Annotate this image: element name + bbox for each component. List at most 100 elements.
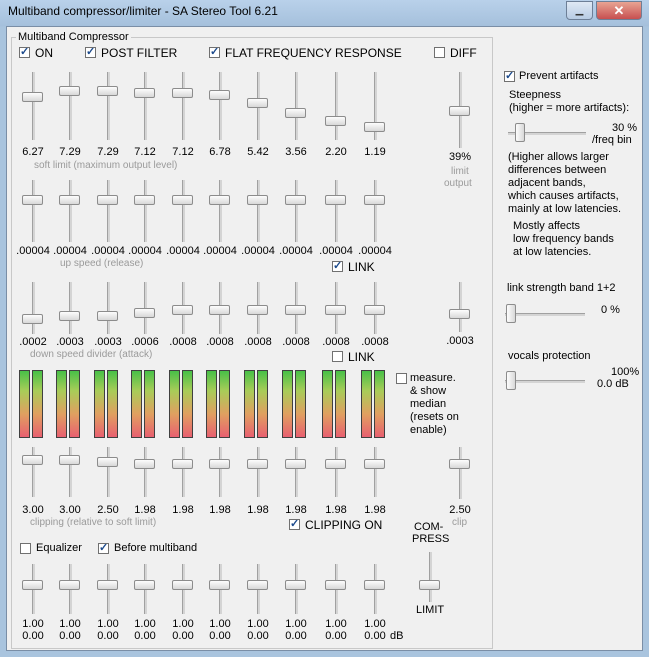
- down-speed-slider-2[interactable]: [57, 282, 83, 334]
- eq-slider-9-thumb[interactable]: [325, 580, 346, 590]
- soft-limit-slider-4-thumb[interactable]: [134, 88, 155, 98]
- clipping-slider-6[interactable]: [207, 447, 233, 497]
- steepness-slider[interactable]: [508, 122, 586, 144]
- compress-limit-slider-thumb[interactable]: [419, 580, 440, 590]
- down-speed-slider-1[interactable]: [20, 282, 46, 334]
- eq-slider-1-thumb[interactable]: [22, 580, 43, 590]
- up-speed-slider-3-thumb[interactable]: [97, 195, 118, 205]
- minimize-button[interactable]: ▁: [566, 1, 593, 20]
- down-speed-slider-3-thumb[interactable]: [97, 311, 118, 321]
- eq-slider-10[interactable]: [362, 564, 388, 614]
- up-speed-slider-3[interactable]: [95, 180, 121, 242]
- clipping-slider-7-thumb[interactable]: [247, 459, 268, 469]
- eq-slider-4-thumb[interactable]: [134, 580, 155, 590]
- soft-limit-slider-3[interactable]: [95, 72, 121, 140]
- soft-limit-slider-9-thumb[interactable]: [325, 116, 346, 126]
- down-speed-slider-9-thumb[interactable]: [325, 305, 346, 315]
- up-speed-slider-7[interactable]: [245, 180, 271, 242]
- up-speed-slider-6-thumb[interactable]: [209, 195, 230, 205]
- up-speed-slider-1[interactable]: [20, 180, 46, 242]
- link-strength-thumb[interactable]: [506, 304, 516, 323]
- down-speed-slider-1-thumb[interactable]: [22, 314, 43, 324]
- flat-response-checkbox[interactable]: [209, 45, 220, 58]
- down-speed-slider-10[interactable]: [362, 282, 388, 334]
- clipping-on-checkbox[interactable]: [289, 517, 300, 530]
- down-speed-slider-8-thumb[interactable]: [285, 305, 306, 315]
- link-strength-slider[interactable]: [505, 303, 585, 325]
- clipping-slider-9[interactable]: [323, 447, 349, 497]
- clipping-slider-5-thumb[interactable]: [172, 459, 193, 469]
- down-link-checkbox[interactable]: [332, 351, 343, 362]
- up-speed-slider-8-thumb[interactable]: [285, 195, 306, 205]
- soft-limit-slider-8-thumb[interactable]: [285, 108, 306, 118]
- up-speed-slider-5[interactable]: [170, 180, 196, 242]
- soft-limit-slider-5-thumb[interactable]: [172, 88, 193, 98]
- measure-checkbox[interactable]: [396, 373, 407, 384]
- eq-slider-7[interactable]: [245, 564, 271, 614]
- up-speed-slider-5-thumb[interactable]: [172, 195, 193, 205]
- eq-slider-5-thumb[interactable]: [172, 580, 193, 590]
- clip-slider-thumb[interactable]: [449, 459, 470, 469]
- clipping-slider-3[interactable]: [95, 447, 121, 497]
- clipping-slider-2[interactable]: [57, 447, 83, 497]
- down-speed-slider-6-thumb[interactable]: [209, 305, 230, 315]
- eq-slider-8[interactable]: [283, 564, 309, 614]
- eq-slider-10-thumb[interactable]: [364, 580, 385, 590]
- up-speed-slider-9-thumb[interactable]: [325, 195, 346, 205]
- soft-limit-slider-5[interactable]: [170, 72, 196, 140]
- diff-checkbox[interactable]: [434, 47, 445, 58]
- limit-output-slider-thumb[interactable]: [449, 106, 470, 116]
- down-speed-slider-5-thumb[interactable]: [172, 305, 193, 315]
- up-speed-slider-2-thumb[interactable]: [59, 195, 80, 205]
- down-speed-slider-7[interactable]: [245, 282, 271, 334]
- down-speed-slider-10-thumb[interactable]: [364, 305, 385, 315]
- soft-limit-slider-7[interactable]: [245, 72, 271, 140]
- eq-slider-6-thumb[interactable]: [209, 580, 230, 590]
- clipping-slider-10[interactable]: [362, 447, 388, 497]
- soft-limit-slider-3-thumb[interactable]: [97, 86, 118, 96]
- up-speed-slider-4-thumb[interactable]: [134, 195, 155, 205]
- eq-slider-2-thumb[interactable]: [59, 580, 80, 590]
- eq-slider-5[interactable]: [170, 564, 196, 614]
- clipping-slider-4[interactable]: [132, 447, 158, 497]
- down-speed-slider-4[interactable]: [132, 282, 158, 334]
- clipping-slider-1-thumb[interactable]: [22, 455, 43, 465]
- up-speed-slider-9[interactable]: [323, 180, 349, 242]
- down-speed-slider-3[interactable]: [95, 282, 121, 334]
- down-speed-slider-9[interactable]: [323, 282, 349, 334]
- soft-limit-slider-1[interactable]: [20, 72, 46, 140]
- up-speed-slider-10-thumb[interactable]: [364, 195, 385, 205]
- down-speed-slider-4-thumb[interactable]: [134, 308, 155, 318]
- clipping-slider-8-thumb[interactable]: [285, 459, 306, 469]
- clipping-slider-6-thumb[interactable]: [209, 459, 230, 469]
- up-speed-slider-2[interactable]: [57, 180, 83, 242]
- prevent-artifacts-checkbox[interactable]: [504, 69, 515, 82]
- soft-limit-slider-2-thumb[interactable]: [59, 86, 80, 96]
- equalizer-checkbox[interactable]: [20, 543, 31, 554]
- soft-limit-slider-8[interactable]: [283, 72, 309, 140]
- up-speed-slider-4[interactable]: [132, 180, 158, 242]
- vocals-slider[interactable]: [505, 370, 585, 392]
- down-speed-slider-7-thumb[interactable]: [247, 305, 268, 315]
- eq-slider-7-thumb[interactable]: [247, 580, 268, 590]
- soft-limit-slider-4[interactable]: [132, 72, 158, 140]
- clipping-slider-5[interactable]: [170, 447, 196, 497]
- soft-limit-slider-10-thumb[interactable]: [364, 122, 385, 132]
- clipping-slider-1[interactable]: [20, 447, 46, 497]
- soft-limit-slider-1-thumb[interactable]: [22, 92, 43, 102]
- clipping-slider-9-thumb[interactable]: [325, 459, 346, 469]
- soft-limit-slider-7-thumb[interactable]: [247, 98, 268, 108]
- clipping-slider-7[interactable]: [245, 447, 271, 497]
- steepness-thumb[interactable]: [515, 123, 525, 142]
- before-multiband-checkbox[interactable]: [98, 541, 109, 554]
- limit-output-slider[interactable]: [447, 72, 473, 148]
- eq-slider-4[interactable]: [132, 564, 158, 614]
- eq-slider-3-thumb[interactable]: [97, 580, 118, 590]
- up-speed-slider-10[interactable]: [362, 180, 388, 242]
- soft-limit-slider-6-thumb[interactable]: [209, 90, 230, 100]
- clipping-slider-8[interactable]: [283, 447, 309, 497]
- eq-slider-6[interactable]: [207, 564, 233, 614]
- up-speed-slider-6[interactable]: [207, 180, 233, 242]
- up-speed-slider-8[interactable]: [283, 180, 309, 242]
- post-filter-checkbox[interactable]: [85, 45, 96, 58]
